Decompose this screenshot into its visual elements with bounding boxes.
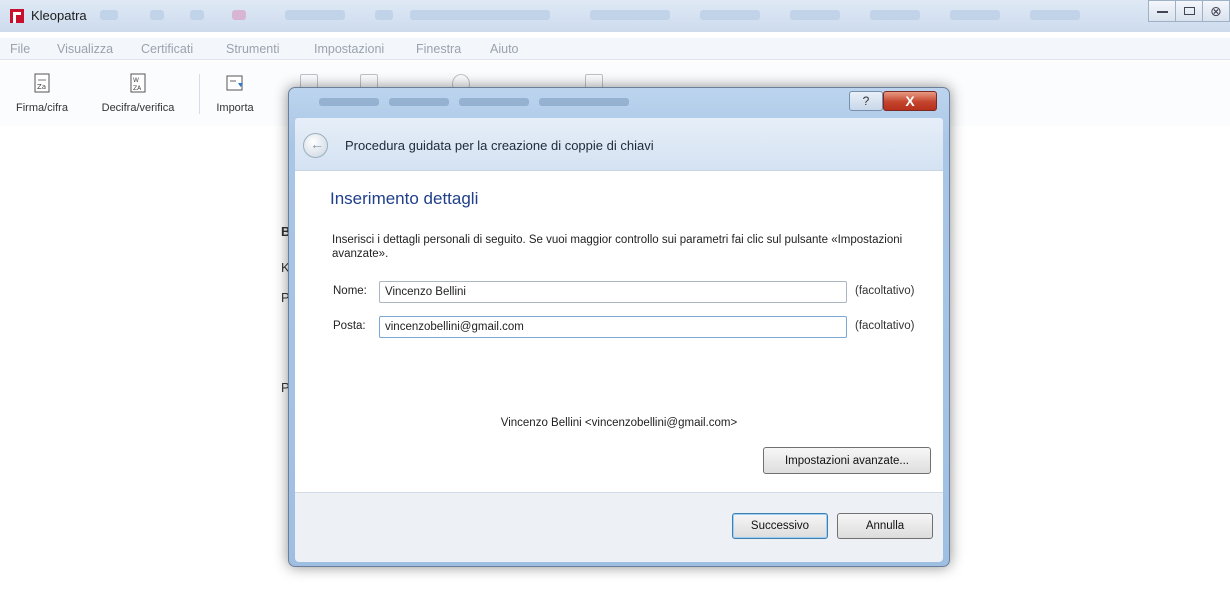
email-label: Posta: <box>333 320 366 332</box>
minimize-button[interactable] <box>1148 0 1176 22</box>
sign-encrypt-label: Firma/cifra <box>16 102 68 114</box>
sign-encrypt-icon: Za <box>34 73 50 93</box>
menu-view[interactable]: Visualizza <box>57 42 113 56</box>
menu-window[interactable]: Finestra <box>416 42 461 56</box>
menu-tools[interactable]: Strumenti <box>226 42 280 56</box>
toolbar-separator <box>199 74 200 114</box>
menu-settings[interactable]: Impostazioni <box>314 42 384 56</box>
import-button[interactable]: Importa <box>208 72 262 114</box>
decrypt-verify-label: Decifra/verifica <box>101 102 175 114</box>
page-title: Inserimento dettagli <box>330 189 479 208</box>
back-button[interactable]: ← <box>303 133 328 158</box>
cancel-button[interactable]: Annulla <box>837 513 933 539</box>
kleopatra-window: Kleopatra ⊗ File Visualizza Certificati … <box>0 0 1230 598</box>
wizard-heading: Procedura guidata per la creazione di co… <box>345 138 654 153</box>
wizard-header: ← Procedura guidata per la creazione di … <box>295 118 943 170</box>
decrypt-verify-button[interactable]: W ZA Decifra/verifica <box>88 72 188 114</box>
dialog-close-button[interactable]: X <box>883 91 937 111</box>
wizard-footer: Successivo Annulla <box>295 492 943 562</box>
maximize-button[interactable] <box>1175 0 1203 22</box>
svg-text:Za: Za <box>37 83 46 91</box>
next-button[interactable]: Successivo <box>732 513 828 539</box>
close-window-button[interactable]: ⊗ <box>1202 0 1230 22</box>
window-controls: ⊗ <box>1148 0 1230 24</box>
window-title: Kleopatra <box>31 8 87 23</box>
identity-preview: Vincenzo Bellini <vincenzobellini@gmail.… <box>500 417 738 429</box>
help-button[interactable]: ? <box>849 91 883 111</box>
menu-file[interactable]: File <box>10 42 30 56</box>
svg-text:W: W <box>133 77 139 84</box>
email-field[interactable] <box>379 316 847 338</box>
sign-encrypt-button[interactable]: Za Firma/cifra <box>6 72 78 114</box>
menu-help[interactable]: Aiuto <box>490 42 519 56</box>
title-bar: Kleopatra ⊗ <box>0 0 1230 32</box>
import-label: Importa <box>216 102 254 114</box>
intro-text: Inserisci i dettagli personali di seguit… <box>332 234 903 260</box>
email-optional-label: (facoltativo) <box>855 320 915 332</box>
name-optional-label: (facoltativo) <box>855 285 915 297</box>
kleopatra-logo-icon <box>10 9 24 23</box>
svg-text:ZA: ZA <box>133 85 142 92</box>
wizard-body: Inserimento dettagli Inserisci i dettagl… <box>295 170 943 492</box>
decrypt-verify-icon: W ZA <box>130 73 146 93</box>
advanced-settings-button[interactable]: Impostazioni avanzate... <box>763 447 931 474</box>
import-icon <box>226 75 243 91</box>
menu-bar: File Visualizza Certificati Strumenti Im… <box>0 38 1230 60</box>
name-label: Nome: <box>333 285 367 297</box>
menu-certificates[interactable]: Certificati <box>141 42 193 56</box>
key-pair-wizard-dialog: ? X ← Procedura guidata per la creazione… <box>288 87 950 567</box>
name-field[interactable] <box>379 281 847 303</box>
back-arrow-icon: ← <box>310 136 324 152</box>
